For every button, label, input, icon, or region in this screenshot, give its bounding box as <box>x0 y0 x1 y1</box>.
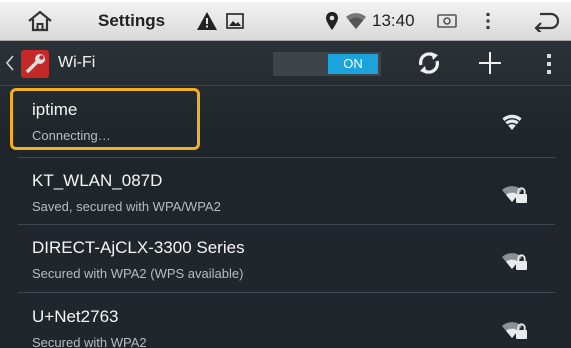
up-caret-icon[interactable] <box>5 55 14 76</box>
network-ssid: KT_WLAN_087D <box>32 171 163 190</box>
wifi-locked-icon <box>501 320 529 345</box>
network-status: Secured with WPA2 (WPS available) <box>32 266 244 281</box>
location-icon <box>325 2 339 40</box>
overflow-menu-icon[interactable] <box>485 2 491 40</box>
network-ssid: DIRECT-AjCLX-3300 Series <box>32 238 245 257</box>
warning-icon <box>196 2 218 40</box>
action-bar: Wi-Fi ON <box>0 41 571 86</box>
settings-app-icon[interactable] <box>20 49 50 84</box>
screenshot-frame: Settings 13:40 Wi-Fi ON iptime Connectin… <box>0 0 571 348</box>
device-screen: Settings 13:40 Wi-Fi ON iptime Connectin… <box>0 2 571 348</box>
home-icon[interactable] <box>26 2 54 40</box>
statusbar-title: Settings <box>98 11 166 30</box>
wifi-locked-icon <box>501 251 529 276</box>
list-divider <box>18 224 555 225</box>
screenshot-icon[interactable] <box>437 2 457 40</box>
list-divider <box>18 292 555 293</box>
page-title: Wi-Fi <box>58 54 96 71</box>
overflow-menu-icon[interactable] <box>546 53 552 80</box>
network-status: Saved, secured with WPA/WPA2 <box>32 199 221 214</box>
status-bar: Settings 13:40 <box>0 2 571 41</box>
network-ssid: U+Net2763 <box>32 307 119 326</box>
refresh-icon[interactable] <box>416 50 442 81</box>
network-item-unet[interactable]: U+Net2763 Secured with WPA2 <box>18 295 555 348</box>
network-item-direct-ajclx[interactable]: DIRECT-AjCLX-3300 Series Secured with WP… <box>18 226 555 292</box>
highlight-box <box>10 88 200 150</box>
wifi-locked-icon <box>501 184 529 209</box>
wifi-toggle[interactable]: ON <box>273 52 381 76</box>
image-icon <box>226 2 244 40</box>
network-status: Secured with WPA2 <box>32 335 147 348</box>
network-item-kt-wlan[interactable]: KT_WLAN_087D Saved, secured with WPA/WPA… <box>18 159 555 225</box>
list-divider <box>18 157 555 158</box>
wifi-status-icon <box>345 2 367 40</box>
add-icon[interactable] <box>477 50 503 81</box>
wifi-toggle-label: ON <box>328 54 378 74</box>
wifi-signal-icon <box>501 113 523 136</box>
statusbar-time: 13:40 <box>372 11 415 30</box>
back-icon[interactable] <box>532 2 560 40</box>
